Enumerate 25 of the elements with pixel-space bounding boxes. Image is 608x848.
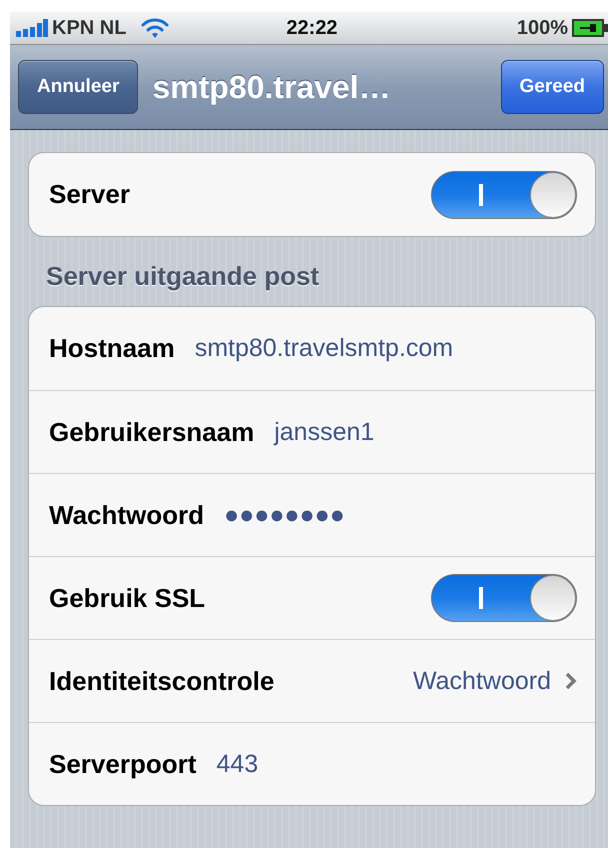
carrier-name: KPN NL xyxy=(52,16,126,40)
toggle-switch[interactable] xyxy=(431,574,577,622)
battery-icon xyxy=(572,19,608,37)
battery-percent: 100% xyxy=(516,16,568,40)
row-value: 443 xyxy=(216,750,258,778)
row-label: Identiteitscontrole xyxy=(49,666,274,696)
row-value: ●●●●●●●● xyxy=(224,500,345,530)
row-label: Wachtwoord xyxy=(49,500,204,530)
signal-icon xyxy=(16,19,48,37)
cancel-button[interactable]: Annuleer xyxy=(18,60,138,114)
clock-time: 22:22 xyxy=(285,16,339,40)
row-label: Hostnaam xyxy=(49,333,175,364)
row-label: Server xyxy=(49,179,130,210)
row-value: janssen1 xyxy=(274,418,374,446)
row-label: Gebruik SSL xyxy=(49,582,206,614)
row-label: Serverpoort xyxy=(49,748,196,780)
wifi-icon xyxy=(140,17,170,39)
row-label: Gebruikersnaam xyxy=(49,416,254,448)
nav-title: smtp80.travel… xyxy=(152,68,392,106)
toggle-switch[interactable] xyxy=(431,170,577,218)
row-value: smtp80.travelsmtp.com xyxy=(194,334,454,363)
done-button[interactable]: Gereed xyxy=(500,60,604,114)
chevron-icon xyxy=(565,672,577,690)
row-value[interactable]: Wachtwoord xyxy=(412,666,551,696)
section-header: Server uitgaande post xyxy=(45,260,320,293)
